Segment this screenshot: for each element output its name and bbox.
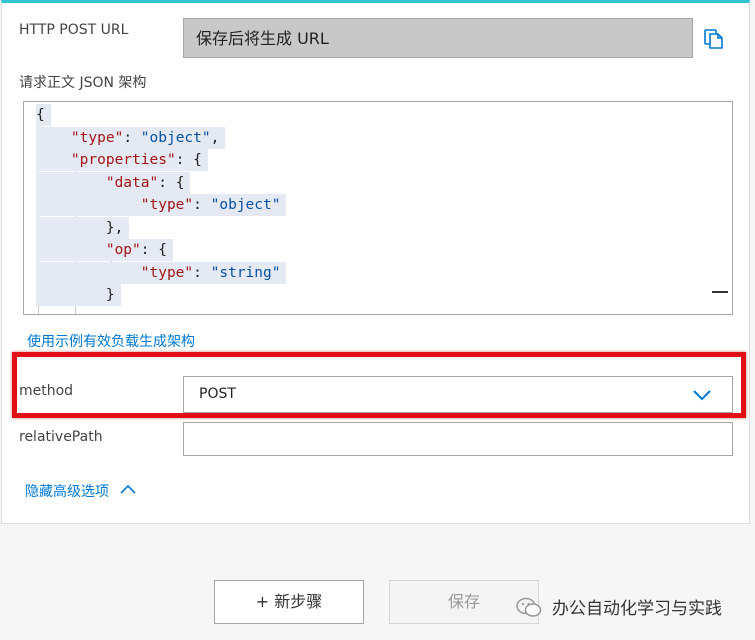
hide-advanced-options-link[interactable]: 隐藏高级选项 [25,481,137,501]
new-step-button[interactable]: + 新步骤 [214,580,364,624]
editor-scrollbar[interactable] [712,291,728,293]
relative-path-label: relativePath [19,429,103,445]
relative-path-input[interactable] [183,422,733,456]
method-label: method [19,383,74,399]
watermark-text: 办公自动化学习与实践 [552,599,722,619]
hide-advanced-options-label: 隐藏高级选项 [25,484,109,500]
chevron-down-icon [693,390,711,401]
schema-label: 请求正文 JSON 架构 [19,75,147,91]
http-post-url-field[interactable]: 保存后将生成 URL [183,18,693,58]
code-line: } [36,284,121,306]
http-trigger-card: HTTP POST URL 保存后将生成 URL 请求正文 JSON 架构 { … [1,0,750,524]
json-schema-editor[interactable]: { "type": "object", "properties": { "dat… [23,101,733,315]
code-line: "op": { [36,239,173,261]
code-line: "type": "object" [36,194,287,216]
code-line: "type": "object", [36,127,226,149]
wechat-icon [516,597,542,617]
code-line: { [36,104,51,126]
chevron-up-icon [120,484,137,494]
code-line: }, [36,217,130,239]
code-line: "type": "string" [36,262,287,284]
method-dropdown[interactable]: POST [183,376,733,413]
http-post-url-label: HTTP POST URL [19,22,129,38]
code-line: "data": { [36,172,191,194]
method-value: POST [199,386,236,402]
code-line: "properties": { [36,149,208,171]
copy-icon[interactable] [703,28,725,50]
generate-schema-link[interactable]: 使用示例有效负载生成架构 [27,331,195,351]
